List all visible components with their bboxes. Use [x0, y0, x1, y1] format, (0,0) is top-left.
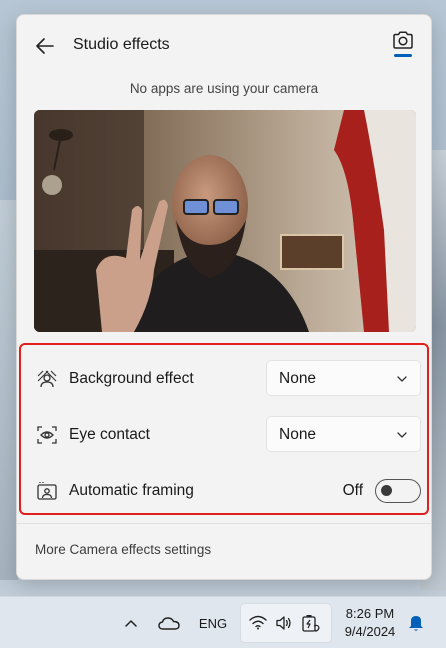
- camera-button[interactable]: [389, 31, 417, 65]
- camera-status-text: No apps are using your camera: [129, 81, 319, 96]
- effects-options-group: Background effect None Eye contact None: [19, 343, 429, 515]
- studio-effects-flyout: Studio effects No apps are using your ca…: [16, 14, 432, 580]
- volume-icon: [276, 616, 291, 630]
- taskbar: ENG 8:26 PM 9/4/2024: [0, 596, 446, 648]
- more-camera-effects-link[interactable]: More Camera effects settings: [35, 542, 211, 557]
- show-hidden-icons-button[interactable]: [120, 612, 142, 634]
- camera-icon: [393, 31, 413, 49]
- background-effect-value: None: [279, 370, 317, 387]
- bell-icon: [409, 616, 423, 631]
- camera-preview-image: [34, 110, 416, 332]
- eye-contact-dropdown[interactable]: None: [266, 416, 421, 452]
- chevron-up-icon: [125, 620, 137, 627]
- onedrive-button[interactable]: [156, 611, 182, 635]
- footer-divider: [17, 523, 431, 524]
- eye-contact-row: Eye contact None: [21, 413, 427, 457]
- page-title: Studio effects: [73, 36, 170, 53]
- wifi-icon: [249, 615, 267, 630]
- clock-date: 9/4/2024: [344, 624, 396, 639]
- camera-preview: [34, 110, 416, 332]
- automatic-framing-icon: [37, 481, 57, 501]
- flyout-header: Studio effects: [17, 15, 431, 75]
- background-effect-label: Background effect: [69, 370, 194, 387]
- eye-contact-value: None: [279, 426, 317, 443]
- background-effect-row: Background effect None: [21, 357, 427, 401]
- eye-contact-label: Eye contact: [69, 426, 150, 443]
- toggle-knob: [381, 485, 392, 496]
- camera-tab-indicator: [394, 54, 412, 57]
- clock-time: 8:26 PM: [345, 606, 395, 621]
- language-indicator[interactable]: ENG: [194, 612, 232, 634]
- cloud-icon: [158, 617, 180, 630]
- taskbar-clock[interactable]: 8:26 PM 9/4/2024: [336, 605, 404, 641]
- quick-settings-button[interactable]: [240, 603, 332, 643]
- chevron-down-icon: [397, 376, 407, 382]
- battery-charging-icon: [302, 615, 320, 632]
- background-effect-dropdown[interactable]: None: [266, 360, 421, 396]
- chevron-down-icon: [397, 432, 407, 438]
- automatic-framing-state: Off: [342, 482, 363, 499]
- automatic-framing-row: Automatic framing Off: [21, 469, 427, 513]
- background-effect-icon: [37, 369, 57, 389]
- notifications-button[interactable]: [404, 611, 428, 635]
- automatic-framing-label: Automatic framing: [69, 482, 194, 499]
- back-button[interactable]: [31, 33, 59, 59]
- eye-contact-icon: [37, 425, 57, 445]
- automatic-framing-toggle[interactable]: [375, 479, 421, 503]
- back-arrow-icon: [36, 38, 54, 54]
